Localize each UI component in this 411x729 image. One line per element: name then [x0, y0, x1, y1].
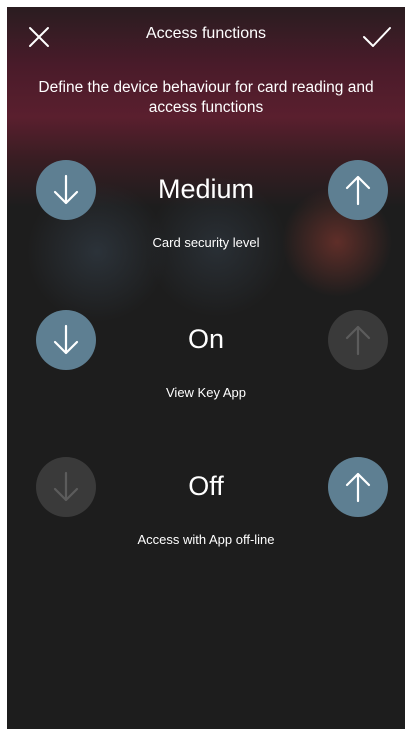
arrow-up-icon: [345, 175, 371, 206]
setting-label: Access with App off-line: [137, 532, 275, 547]
screen: Access functions Define the device behav…: [7, 7, 405, 729]
arrow-up-icon: [345, 325, 371, 356]
increase-button[interactable]: [328, 457, 388, 517]
arrow-up-icon: [345, 472, 371, 503]
setting-row-card-security: Medium Card security level: [7, 160, 405, 280]
setting-label: View Key App: [166, 385, 246, 400]
intro-text: Define the device behaviour for card rea…: [38, 79, 374, 116]
page-title: Access functions: [145, 25, 267, 42]
increase-button[interactable]: [328, 310, 388, 370]
setting-row-view-key-app: On View Key App: [7, 310, 405, 430]
setting-row-access-offline: Off Access with App off-line: [7, 457, 405, 577]
checkmark-icon: [363, 27, 391, 47]
header: Access functions: [7, 7, 405, 63]
setting-label: Card security level: [152, 235, 260, 250]
increase-button[interactable]: [328, 160, 388, 220]
confirm-button[interactable]: [359, 19, 395, 55]
